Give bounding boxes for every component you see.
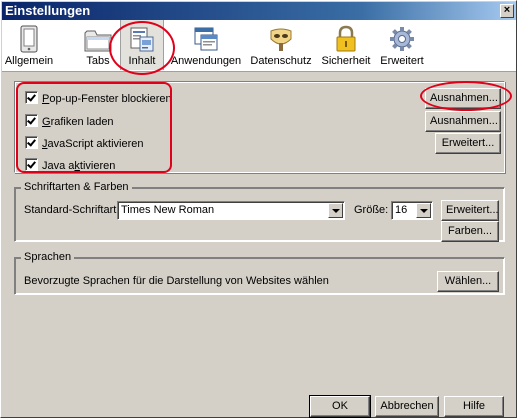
preferences-window: Einstellungen × Allgemein Tabs Inhalt An… — [0, 0, 517, 418]
default-font-select[interactable]: Times New Roman — [117, 201, 345, 220]
default-font-value: Times New Roman — [121, 204, 215, 216]
toolbar-item-sicherheit[interactable]: Sicherheit — [318, 20, 374, 70]
popup-block-label: op-up-Fenster blockieren — [49, 93, 172, 105]
toolbar-item-datenschutz[interactable]: Datenschutz — [248, 20, 314, 70]
checkbox-row-images[interactable]: Grafiken laden — [25, 114, 114, 128]
toolbar-label: Inhalt — [128, 55, 156, 67]
popup-block-checkbox[interactable] — [25, 91, 38, 104]
toolbar-item-tabs[interactable]: Tabs — [78, 20, 118, 70]
toolbar-label: Anwendungen — [170, 55, 242, 67]
font-size-select[interactable]: 16 — [391, 201, 433, 220]
toolbar-item-anwendungen[interactable]: Anwendungen — [170, 20, 242, 70]
help-button[interactable]: Hilfe — [444, 396, 504, 417]
folder-tabs-icon — [83, 25, 113, 56]
chevron-down-icon[interactable] — [328, 203, 343, 218]
toolbar-label: Sicherheit — [321, 55, 371, 67]
chevron-down-icon[interactable] — [416, 203, 431, 218]
toolbar-label: Tabs — [86, 55, 110, 67]
gear-icon — [388, 25, 416, 56]
font-size-label: Größe: — [354, 204, 389, 216]
java-checkbox[interactable] — [25, 158, 38, 171]
ok-button[interactable]: OK — [309, 395, 371, 418]
checkbox-row-javascript[interactable]: JavaScript aktivieren — [25, 136, 144, 150]
java-label-b: tivieren — [79, 160, 116, 172]
toolbar-label: Datenschutz — [250, 55, 312, 67]
popup-exceptions-button[interactable]: Ausnahmen... — [425, 88, 501, 109]
languages-description: Bevorzugte Sprachen für die Darstellung … — [24, 275, 329, 287]
content-options-panel: Pop-up-Fenster blockieren Grafiken laden… — [14, 81, 505, 173]
document-content-icon — [128, 25, 156, 56]
checkbox-row-popups[interactable]: Pop-up-Fenster blockieren — [25, 91, 172, 105]
close-icon: × — [503, 4, 511, 16]
javascript-advanced-button[interactable]: Erweitert... — [435, 133, 501, 154]
javascript-checkbox[interactable] — [25, 136, 38, 149]
java-label-a: Java a — [42, 160, 75, 172]
default-font-label: Standard-Schriftart: — [24, 204, 120, 216]
images-exceptions-button[interactable]: Ausnahmen... — [425, 111, 501, 132]
fonts-advanced-button[interactable]: Erweitert... — [441, 200, 499, 221]
cancel-button[interactable]: Abbrechen — [375, 396, 439, 417]
toolbar-label: Allgemein — [4, 55, 54, 67]
title-bar[interactable]: Einstellungen × — [2, 2, 516, 20]
window-title: Einstellungen — [5, 3, 91, 18]
toolbar-label: Erweitert — [380, 55, 424, 67]
toolbar-item-inhalt[interactable]: Inhalt — [120, 20, 164, 70]
font-size-value: 16 — [395, 204, 408, 216]
category-toolbar: Allgemein Tabs Inhalt Anwendungen Datens… — [2, 20, 516, 75]
padlock-icon — [333, 25, 359, 56]
toolbar-item-erweitert[interactable]: Erweitert — [376, 20, 428, 70]
privacy-mask-icon — [267, 25, 295, 56]
load-images-label: rafiken laden — [50, 116, 114, 128]
colors-button[interactable]: Farben... — [441, 221, 499, 242]
checkbox-accel: G — [42, 116, 51, 128]
checkbox-row-java[interactable]: Java aktivieren — [25, 158, 115, 172]
languages-group-label: Sprachen — [21, 251, 75, 263]
choose-languages-button[interactable]: Wählen... — [437, 271, 499, 292]
device-icon — [18, 25, 40, 56]
close-button[interactable]: × — [500, 4, 514, 18]
applications-icon — [192, 25, 220, 56]
javascript-label: avaScript aktivieren — [47, 138, 144, 150]
load-images-checkbox[interactable] — [25, 114, 38, 127]
toolbar-item-allgemein[interactable]: Allgemein — [4, 20, 54, 70]
fonts-colors-group-label: Schriftarten & Farben — [21, 181, 132, 193]
